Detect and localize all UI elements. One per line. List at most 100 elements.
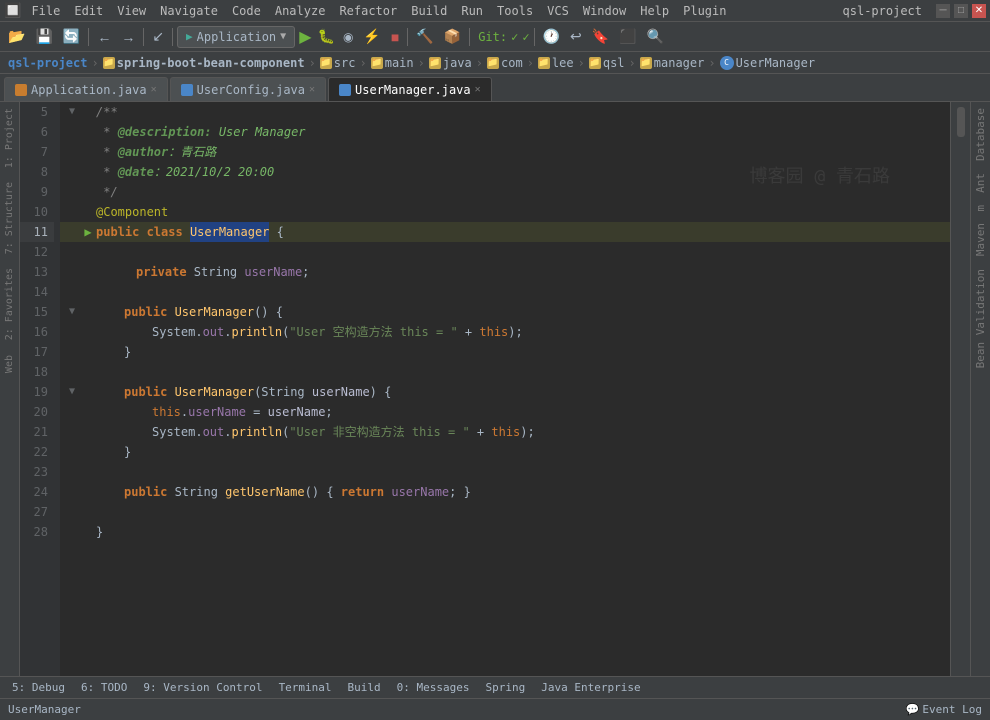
code-this-21: this — [491, 422, 520, 442]
right-tab-maven[interactable]: Maven — [974, 217, 987, 262]
code-editor[interactable]: 博客园 @ 青石路 ▼ /** * @description: User Man… — [60, 102, 950, 676]
breadcrumb-qsl[interactable]: qsl — [603, 56, 625, 70]
menu-analyze[interactable]: Analyze — [269, 2, 332, 20]
bottom-tab-terminal[interactable]: Terminal — [271, 679, 340, 696]
tab-close-usermanager[interactable]: ✕ — [475, 84, 481, 95]
breadcrumb-module[interactable]: spring-boot-bean-component — [117, 56, 305, 70]
toolbar-build1[interactable]: 🔨 — [412, 25, 437, 49]
tab-userconfig[interactable]: UserConfig.java ✕ — [170, 77, 326, 101]
separator-4 — [407, 28, 408, 46]
menu-tools[interactable]: Tools — [491, 2, 539, 20]
sidebar-tab-structure[interactable]: 7: Structure — [2, 176, 17, 260]
run-config-selector[interactable]: ▶ Application ▼ — [177, 26, 295, 48]
menu-vcs[interactable]: VCS — [541, 2, 575, 20]
toolbar-build2[interactable]: 📦 — [440, 25, 465, 49]
bottom-tab-java-enterprise[interactable]: Java Enterprise — [533, 679, 648, 696]
menu-file[interactable]: File — [25, 2, 66, 20]
toolbar-undo[interactable]: ↩ — [566, 25, 586, 49]
tabs-bar: Application.java ✕ UserConfig.java ✕ Use… — [0, 74, 990, 102]
menu-edit[interactable]: Edit — [68, 2, 109, 20]
tab-close-application[interactable]: ✕ — [151, 84, 157, 95]
status-event-log[interactable]: 💬 Event Log — [906, 703, 982, 716]
close-button[interactable]: ✕ — [972, 4, 986, 18]
line-num-5: 5 — [20, 102, 54, 122]
profile-btn[interactable]: ⚡ — [359, 25, 384, 49]
bottom-tab-todo[interactable]: 6: TODO — [73, 679, 135, 696]
tab-usermanager[interactable]: UserManager.java ✕ — [328, 77, 492, 101]
menu-build[interactable]: Build — [405, 2, 453, 20]
breadcrumb-com[interactable]: com — [501, 56, 523, 70]
code-close-class: } — [96, 522, 103, 542]
right-tab-ant[interactable]: Ant — [974, 167, 987, 199]
stop-btn[interactable]: ■ — [387, 25, 403, 49]
code-system-21: System. — [152, 422, 203, 442]
bottom-tab-messages[interactable]: 0: Messages — [389, 679, 478, 696]
line-num-14: 14 — [20, 282, 54, 302]
code-constructor2-name: UserManager — [175, 382, 254, 402]
sidebar-tab-project[interactable]: 1: Project — [2, 102, 17, 174]
bottom-tab-spring[interactable]: Spring — [478, 679, 534, 696]
code-this-20: this — [152, 402, 181, 422]
toolbar-refresh-btn[interactable]: 🔄 — [59, 25, 84, 49]
tab-close-userconfig[interactable]: ✕ — [309, 84, 315, 95]
toolbar-save-btn[interactable]: 💾 — [31, 25, 56, 49]
menu-navigate[interactable]: Navigate — [154, 2, 224, 20]
breadcrumb-usermanager[interactable]: UserManager — [736, 56, 815, 70]
menu-run[interactable]: Run — [455, 2, 489, 20]
toolbar-bookmark[interactable]: 🔖 — [588, 25, 613, 49]
line-num-15: 15 — [20, 302, 54, 322]
coverage-btn[interactable]: ◉ — [339, 25, 357, 49]
code-line-27: } — [60, 522, 950, 542]
sidebar-tab-favorites[interactable]: 2: Favorites — [2, 262, 17, 346]
git-section: Git: ✓ ✓ — [478, 30, 529, 44]
bottom-tabs: 5: Debug 6: TODO 9: Version Control Term… — [0, 677, 990, 699]
menu-view[interactable]: View — [111, 2, 152, 20]
window-controls: ─ □ ✕ — [936, 4, 986, 18]
bottom-tab-build[interactable]: Build — [340, 679, 389, 696]
menu-plugin[interactable]: Plugin — [677, 2, 732, 20]
breadcrumb-main[interactable]: main — [385, 56, 414, 70]
code-close-16: ); — [508, 322, 522, 342]
right-tab-database[interactable]: Database — [974, 102, 987, 167]
toolbar-terminal-icon[interactable]: ⬛ — [615, 25, 640, 49]
toolbar-open-btn[interactable]: 📂 — [4, 25, 29, 49]
toolbar-search[interactable]: 🔍 — [643, 25, 668, 49]
maximize-button[interactable]: □ — [954, 4, 968, 18]
menu-help[interactable]: Help — [634, 2, 675, 20]
toolbar-cursor-btn[interactable]: ↙ — [148, 25, 168, 49]
breadcrumb-java[interactable]: java — [443, 56, 472, 70]
code-string-type-24: String — [175, 482, 226, 502]
code-line-8: * @date ：2021/10/2 20:00 — [60, 162, 950, 182]
debug-button[interactable]: 🐛 — [316, 28, 337, 45]
breadcrumb-project[interactable]: qsl-project — [8, 56, 87, 70]
sidebar-tab-web[interactable]: Web — [2, 349, 17, 379]
menu-code[interactable]: Code — [226, 2, 267, 20]
line-num-22: 22 — [20, 442, 54, 462]
bottom-tab-debug[interactable]: 5: Debug — [4, 679, 73, 696]
tab-application[interactable]: Application.java ✕ — [4, 77, 168, 101]
breadcrumb-lee[interactable]: lee — [552, 56, 574, 70]
menu-window[interactable]: Window — [577, 2, 632, 20]
menu-refactor[interactable]: Refactor — [333, 2, 403, 20]
fold-btn-15[interactable]: ▼ — [64, 304, 80, 320]
toolbar-history[interactable]: 🕐 — [539, 25, 564, 49]
fold-btn-5[interactable]: ▼ — [64, 104, 80, 120]
code-getusername: getUserName — [225, 482, 304, 502]
bottom-tab-vcs[interactable]: 9: Version Control — [135, 679, 270, 696]
fold-btn-19[interactable]: ▼ — [64, 384, 80, 400]
toolbar-back-btn[interactable]: ← — [93, 25, 115, 49]
run-config-dropdown[interactable]: ▼ — [280, 31, 286, 42]
minimize-button[interactable]: ─ — [936, 4, 950, 18]
main-area: 1: Project 7: Structure 2: Favorites Web… — [0, 102, 990, 676]
right-tab-m[interactable]: m — [974, 199, 987, 218]
run-button[interactable]: ▶ — [297, 27, 313, 47]
right-tab-beanvalidation[interactable]: Bean Validation — [974, 263, 987, 374]
code-public-11: public — [96, 222, 147, 242]
breadcrumb-manager[interactable]: manager — [654, 56, 705, 70]
left-tab-bar: 1: Project 7: Structure 2: Favorites Web — [0, 102, 20, 676]
sep-9: › — [708, 56, 715, 70]
breadcrumb-src[interactable]: src — [334, 56, 356, 70]
code-line-17: } — [60, 342, 950, 362]
toolbar-forward-btn[interactable]: → — [117, 25, 139, 49]
status-footer-label: UserManager — [8, 703, 81, 716]
